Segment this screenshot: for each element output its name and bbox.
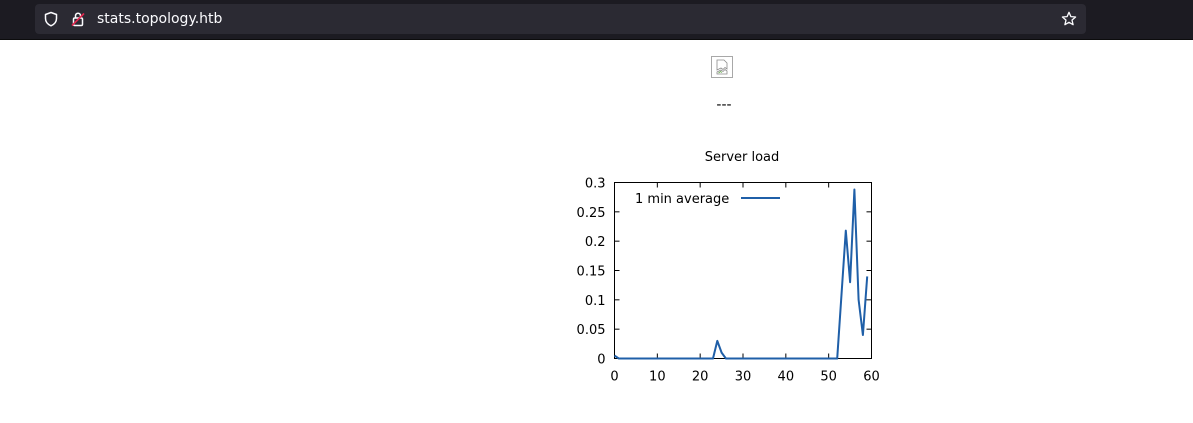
legend-label: 1 min average [635,192,729,207]
star-icon[interactable] [1061,11,1077,27]
series-line-1-min-average [613,188,869,360]
server-load-chart: Server load 0 0.05 0.1 0.15 0.2 0.25 0.3 0 10 20… [577,150,880,385]
x-tick-label: 10 [649,370,666,385]
chart-title: Server load [705,150,780,165]
y-tick-label: 0.15 [577,265,606,280]
broken-image-icon [711,56,733,78]
x-tick-label: 30 [735,370,752,385]
x-tick-label: 40 [778,370,795,385]
y-tick-label: 0.25 [577,206,606,221]
insecure-lock-icon[interactable] [70,11,86,27]
x-tick-label: 50 [820,370,837,385]
y-tick-label: 0.2 [585,235,606,250]
y-tick-label: 0.1 [585,294,606,309]
page-content: --- Server load 0 0.05 0.1 0.15 0.2 0.25 0.3 0… [0,40,1193,423]
plot-frame [614,182,872,359]
separator-text: --- [716,97,732,113]
x-tick-label: 60 [863,370,880,385]
legend: 1 min average [635,192,780,207]
shield-icon[interactable] [43,11,59,27]
x-axis: 0 10 20 30 40 50 60 [610,182,880,385]
address-bar[interactable]: stats.topology.htb [35,4,1086,34]
y-tick-label: 0.05 [577,323,606,338]
y-tick-label: 0.3 [585,177,606,192]
x-tick-label: 0 [610,370,618,385]
x-tick-label: 20 [692,370,709,385]
browser-toolbar: stats.topology.htb [0,0,1193,40]
y-tick-label: 0 [597,353,605,368]
url-text[interactable]: stats.topology.htb [97,10,222,28]
